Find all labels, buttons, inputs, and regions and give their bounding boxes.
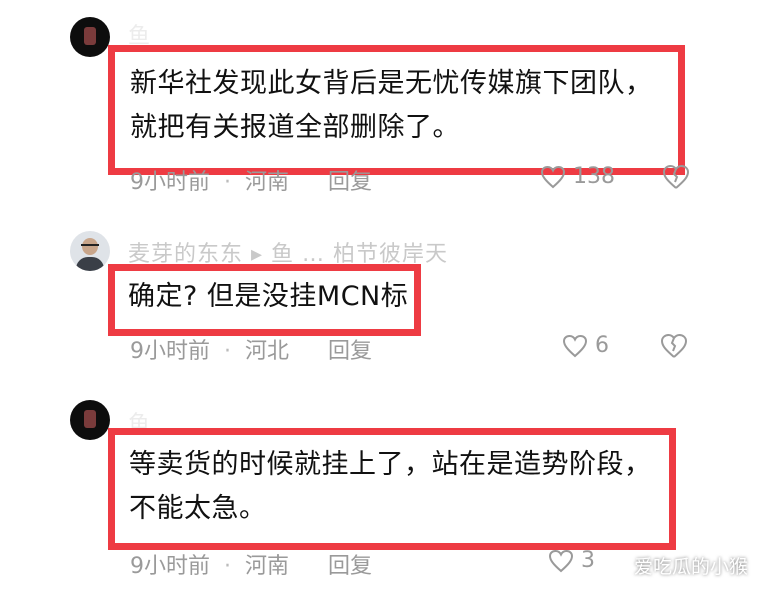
avatar[interactable] <box>70 231 110 271</box>
comment-location: 河南 <box>245 554 290 579</box>
heart-icon <box>562 334 588 358</box>
comment-highlight-box: 确定? 但是没挂MCN标 <box>108 264 421 336</box>
comment-location: 河北 <box>245 339 290 364</box>
watermark-text: 爱吃瓜的小猴 <box>633 556 748 578</box>
comment-time: 9小时前 <box>130 554 210 579</box>
separator: · <box>224 170 231 195</box>
avatar[interactable] <box>70 400 110 440</box>
dislike-icon[interactable] <box>660 333 688 359</box>
comment-meta: 9小时前 · 河北 回复 <box>130 333 386 365</box>
watermark: 爱吃瓜的小猴 <box>606 552 748 579</box>
heart-icon <box>540 165 566 189</box>
comment-text: 新华社发现此女背后是无忧传媒旗下团队， 就把有关报道全部删除了。 <box>130 68 653 143</box>
comment-location: 河南 <box>245 170 290 195</box>
comment-item: 鱼 新华社发现此女背后是无忧传媒旗下团队， 就把有关报道全部删除了。 9小时前 ·… <box>0 0 770 200</box>
reply-button[interactable]: 回复 <box>328 554 372 579</box>
comment-meta: 9小时前 · 河南 回复 <box>130 164 386 196</box>
reply-button[interactable]: 回复 <box>328 170 372 195</box>
comment-time: 9小时前 <box>130 339 210 364</box>
like-button[interactable]: 3 <box>548 548 595 573</box>
avatar[interactable] <box>70 17 110 57</box>
like-count: 138 <box>573 164 615 189</box>
comment-highlight-box: 等卖货的时候就挂上了，站在是造势阶段， 不能太急。 <box>108 428 676 550</box>
reply-button[interactable]: 回复 <box>328 339 372 364</box>
wechat-icon <box>606 559 628 576</box>
comment-highlight-box: 新华社发现此女背后是无忧传媒旗下团队， 就把有关报道全部删除了。 <box>108 45 685 175</box>
separator: · <box>224 554 231 579</box>
heart-icon <box>548 549 574 573</box>
like-button[interactable]: 6 <box>562 333 609 358</box>
separator: · <box>224 339 231 364</box>
like-button[interactable]: 138 <box>540 164 615 189</box>
comment-text: 等卖货的时候就挂上了，站在是造势阶段， 不能太急。 <box>129 449 652 524</box>
comment-text: 确定? 但是没挂MCN标 <box>128 281 409 312</box>
comment-time: 9小时前 <box>130 170 210 195</box>
like-count: 3 <box>581 548 595 573</box>
comment-item: 麦芽的东东 ▸ 鱼 … 柏节彼岸天 确定? 但是没挂MCN标 9小时前 · 河北 回… <box>0 200 770 400</box>
comment-meta: 9小时前 · 河南 回复 <box>130 548 386 580</box>
dislike-icon[interactable] <box>662 164 690 190</box>
like-count: 6 <box>595 333 609 358</box>
